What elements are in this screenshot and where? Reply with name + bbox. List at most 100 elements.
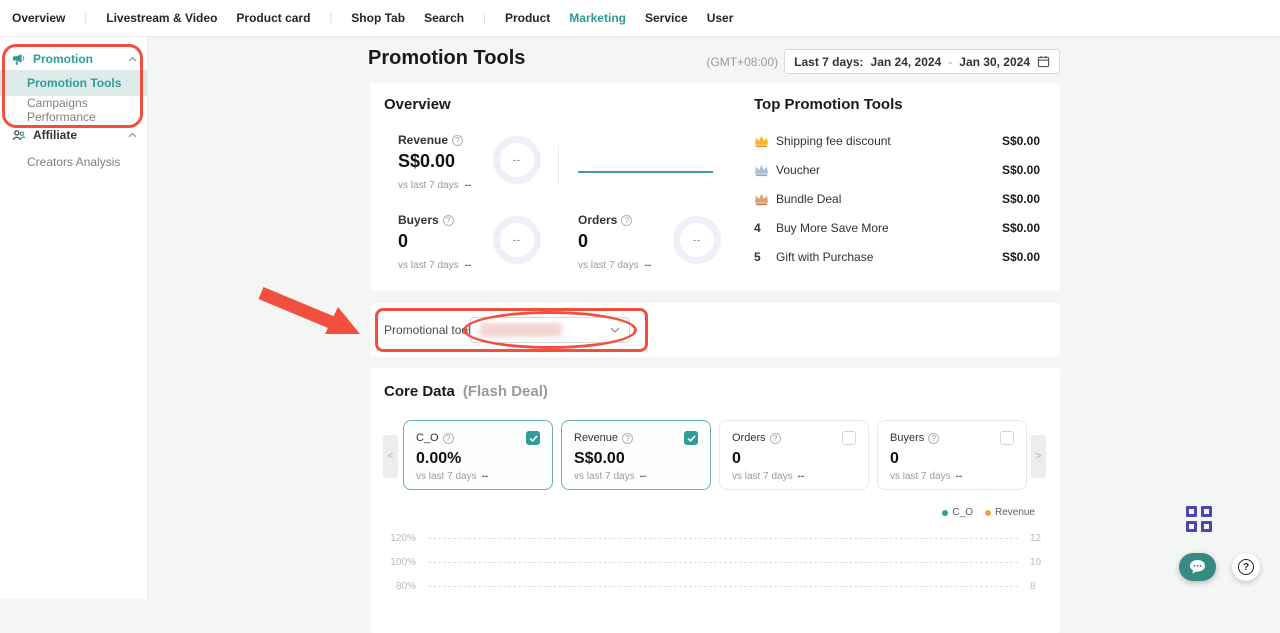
stat-card-orders[interactable]: Orders ? 0 vs last 7 days -- [719, 420, 869, 490]
tool-row-5[interactable]: 5 Gift with Purchase S$0.00 [754, 247, 1040, 267]
stat-value: S$0.00 [574, 450, 698, 468]
date-range-separator: - [948, 55, 952, 69]
nav-product[interactable]: Product [505, 11, 550, 25]
question-circle-icon[interactable]: ? [770, 433, 781, 444]
legend-revenue[interactable]: Revenue [985, 507, 1035, 518]
legend-dot-teal [942, 510, 948, 516]
promotional-tools-select[interactable] [470, 317, 630, 343]
chevron-up-icon [128, 56, 137, 62]
stat-card-revenue[interactable]: Revenue ? S$0.00 vs last 7 days-- [561, 420, 711, 490]
nav-marketing[interactable]: Marketing [569, 11, 626, 25]
nav-search[interactable]: Search [424, 11, 464, 25]
sidebar-item-promotion-tools[interactable]: Promotion Tools [0, 70, 147, 96]
stat-checkbox-checked[interactable] [684, 431, 698, 445]
date-range-picker[interactable]: Last 7 days: Jan 24, 2024 - Jan 30, 2024 [784, 49, 1060, 74]
sidebar-item-creators-analysis[interactable]: Creators Analysis [0, 152, 147, 172]
compare-label: vs last 7 days [398, 260, 459, 271]
gold-crown-icon [754, 135, 776, 148]
sidebar-group-promotion[interactable]: Promotion [12, 49, 137, 69]
help-button[interactable]: ? [1232, 553, 1260, 581]
legend-label: C_O [952, 507, 973, 518]
scroll-right-button[interactable]: > [1031, 435, 1046, 478]
compare-label: vs last 7 days [578, 260, 639, 271]
y-axis-right-tick: 8 [1030, 581, 1046, 592]
stat-value: 0.00% [416, 450, 540, 468]
timezone-label: (GMT+08:00) [706, 55, 778, 69]
compare-label: vs last 7 days [398, 180, 459, 191]
legend-co[interactable]: C_O [942, 507, 973, 518]
question-circle-icon[interactable]: ? [621, 215, 632, 226]
megaphone-icon [12, 53, 26, 66]
stat-value: 0 [732, 450, 856, 468]
legend-label: Revenue [995, 507, 1035, 518]
compare-label: vs last 7 days [890, 471, 951, 482]
nav-separator: | [84, 12, 87, 24]
stat-value: 0 [890, 450, 1014, 468]
people-icon [12, 129, 26, 142]
nav-user[interactable]: User [707, 11, 734, 25]
stat-checkbox-checked[interactable] [526, 431, 540, 445]
question-circle-icon[interactable]: ? [452, 135, 463, 146]
tool-row-1[interactable]: Shipping fee discount S$0.00 [754, 131, 1040, 151]
sidebar-item-label: Campaigns Performance [27, 96, 147, 124]
sidebar-item-campaigns-performance[interactable]: Campaigns Performance [0, 100, 147, 120]
question-circle-icon[interactable]: ? [622, 433, 633, 444]
tool-name: Bundle Deal [776, 192, 1002, 206]
y-axis-right-tick: 12 [1030, 533, 1046, 544]
scroll-left-button[interactable]: < [383, 435, 398, 478]
compare-value: -- [465, 260, 472, 271]
end-date: Jan 30, 2024 [959, 55, 1030, 69]
date-preset-label: Last 7 days: [794, 55, 863, 69]
sidebar-group-label: Affiliate [33, 128, 77, 142]
compare-value: -- [798, 471, 805, 482]
grid-apps-icon[interactable] [1186, 506, 1212, 532]
compare-value: -- [645, 260, 652, 271]
dashed-gridline [428, 586, 1018, 587]
nav-overview[interactable]: Overview [12, 11, 65, 25]
legend-dot-orange [985, 510, 991, 516]
page-title: Promotion Tools [368, 47, 525, 70]
donut-value: -- [513, 235, 521, 245]
nav-service[interactable]: Service [645, 11, 688, 25]
nav-livestream-video[interactable]: Livestream & Video [106, 11, 217, 25]
tool-row-3[interactable]: Bundle Deal S$0.00 [754, 189, 1040, 209]
chat-button[interactable] [1179, 553, 1216, 581]
stat-label: Orders [732, 432, 766, 444]
filter-label: Promotional tools [384, 323, 477, 337]
compare-label: vs last 7 days [732, 471, 793, 482]
question-circle-icon[interactable]: ? [928, 433, 939, 444]
sidebar-group-affiliate[interactable]: Affiliate [12, 125, 137, 145]
stat-card-buyers[interactable]: Buyers ? 0 vs last 7 days-- [877, 420, 1027, 490]
sidebar-item-label: Creators Analysis [27, 155, 120, 169]
nav-separator: | [329, 12, 332, 24]
stat-checkbox-unchecked[interactable] [1000, 431, 1014, 445]
y-axis-right-tick: 10 [1030, 557, 1046, 568]
chart-axis-divider [558, 145, 559, 185]
orders-donut-chart: -- [673, 216, 721, 264]
y-axis-left-tick: 120% [384, 533, 416, 544]
sidebar: Promotion Promotion Tools Campaigns Perf… [0, 37, 147, 599]
tool-name: Buy More Save More [776, 221, 1002, 235]
bronze-crown-icon [754, 193, 776, 206]
start-date: Jan 24, 2024 [871, 55, 942, 69]
tool-row-4[interactable]: 4 Buy More Save More S$0.00 [754, 218, 1040, 238]
y-axis-left-tick: 100% [384, 557, 416, 568]
compare-label: vs last 7 days [574, 471, 635, 482]
revenue-trend-line [578, 171, 713, 173]
stat-card-co[interactable]: C_O ? 0.00% vs last 7 days-- [403, 420, 553, 490]
revenue-donut-chart: -- [493, 136, 541, 184]
tool-value: S$0.00 [1002, 163, 1040, 177]
tool-name: Gift with Purchase [776, 250, 1002, 264]
nav-product-card[interactable]: Product card [236, 11, 310, 25]
compare-value: -- [465, 180, 472, 191]
question-circle-icon[interactable]: ? [443, 215, 454, 226]
chevron-down-icon [610, 327, 620, 333]
chat-bubble-icon [1188, 559, 1207, 575]
donut-value: -- [693, 235, 701, 245]
question-circle-icon[interactable]: ? [443, 433, 454, 444]
stat-checkbox-unchecked[interactable] [842, 431, 856, 445]
stat-label: Buyers [890, 432, 924, 444]
compare-value: -- [482, 471, 489, 482]
nav-shop-tab[interactable]: Shop Tab [351, 11, 405, 25]
tool-row-2[interactable]: Voucher S$0.00 [754, 160, 1040, 180]
